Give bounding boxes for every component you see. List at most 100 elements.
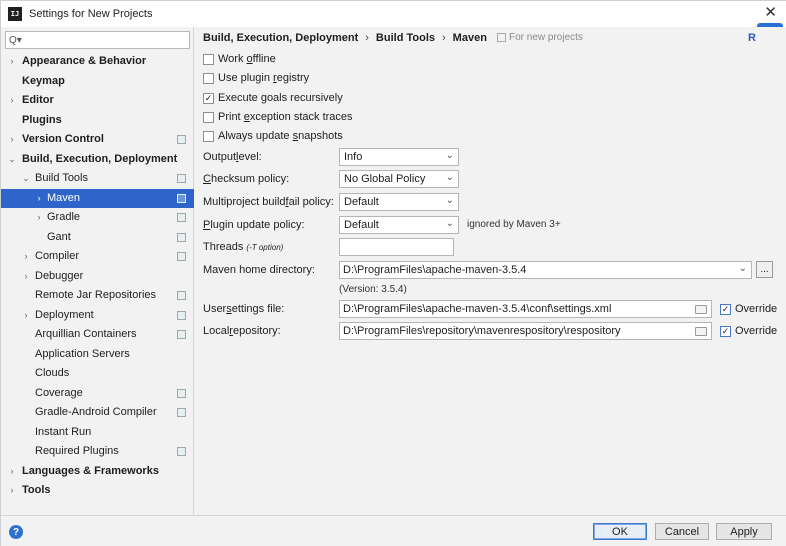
tree-item-keymap[interactable]: Keymap [1,72,194,92]
breadcrumb-item[interactable]: Build Tools [376,32,435,44]
tree-item-build-execution-deployment[interactable]: ⌄ Build, Execution, Deployment [1,150,194,170]
always-update-label: Always update snapshots [218,130,343,142]
tree-item-plugins[interactable]: Plugins [1,111,194,131]
plugin-update-policy-label: Plugin update policy: [203,219,305,231]
checkbox-box[interactable]: ✓ [720,325,731,337]
chevron-right-icon[interactable]: › [34,208,44,228]
settings-sidebar: Q▾ › Appearance & Behavior Keymap › Editor Pl… [1,27,194,515]
folder-icon[interactable] [695,327,707,336]
use-plugin-registry-checkbox[interactable]: Use plugin registry [203,70,309,86]
tree-item-gradle-android-compiler[interactable]: Gradle-Android Compiler [1,403,194,423]
tree-item-coverage[interactable]: Coverage [1,384,194,404]
user-settings-file-input[interactable]: D:\ProgramFiles\apache-maven-3.5.4\conf\… [339,300,712,318]
output-level-label: Output l evel: [203,151,262,163]
for-new-projects-label: For new projects [497,32,583,43]
checksum-policy-label: Checksum policy: [203,173,290,185]
help-icon[interactable]: ? [9,525,23,539]
ok-button[interactable]: OK [593,523,647,540]
work-offline-checkbox[interactable]: Work offline [203,51,276,67]
settings-window: IJ Settings for New Projects ✕ ☁ Q▾ ›App… [0,0,786,546]
tree-item-editor[interactable]: › Editor [1,91,194,111]
always-update-snapshots-checkbox[interactable]: Always update snapshots [203,128,343,144]
chevron-right-icon[interactable]: › [7,481,17,501]
tree-item-build-tools[interactable]: ⌄ Build Tools [1,169,194,189]
intellij-app-icon: IJ [8,7,22,21]
checksum-policy-value: No Global Policy [344,173,426,185]
for-new-projects-text: For new projects [509,32,583,43]
apply-button[interactable]: Apply [716,523,772,540]
project-settings-icon [177,213,186,222]
dialog-footer: ? OK Cancel Apply [1,515,786,546]
chevron-right-icon[interactable]: › [21,267,31,287]
tree-item-clouds[interactable]: Clouds [1,364,194,384]
tree-item-appearance-behavior[interactable]: › Appearance & Behavior [1,52,194,72]
tree-item-label: Application Servers [35,347,130,360]
tree-item-remote-jar-repositories[interactable]: Remote Jar Repositories [1,286,194,306]
project-settings-icon [177,310,186,320]
output-level-select[interactable]: Info ⌄ [339,148,459,166]
print-exception-label: Print exception stack traces [218,111,353,123]
cancel-button[interactable]: Cancel [655,523,709,540]
tree-item-application-servers[interactable]: Application Servers [1,345,194,365]
tree-item-debugger[interactable]: › Debugger [1,267,194,287]
local-repository-input[interactable]: D:\ProgramFiles\repository\mavenresposit… [339,322,712,340]
checkbox-box[interactable]: ✓ [720,303,731,315]
tree-item-arquillian-containers[interactable]: Arquillian Containers [1,325,194,345]
browse-maven-home-button[interactable]: ... [756,261,773,278]
tree-item-languages-frameworks[interactable]: › Languages & Frameworks [1,462,194,482]
print-exception-checkbox[interactable]: Print exception stack traces [203,109,353,125]
project-settings-icon [177,135,186,144]
chevron-right-icon[interactable]: › [7,91,17,111]
checksum-policy-select[interactable]: No Global Policy ⌄ [339,170,459,188]
chevron-right-icon[interactable]: › [7,130,17,150]
chevron-down-icon: ⌄ [445,195,454,206]
tree-item-label: Maven [47,191,81,204]
tree-item-required-plugins[interactable]: Required Plugins [1,442,194,462]
chevron-down-icon[interactable]: ⌄ [21,169,31,189]
tree-item-deployment[interactable]: › Deployment [1,306,194,326]
tree-item-compiler[interactable]: › Compiler [1,247,194,267]
checkbox-box[interactable] [203,130,214,142]
chevron-right-icon[interactable]: › [7,462,17,482]
tree-item-version-control[interactable]: › Version Control [1,130,194,150]
project-settings-icon [177,388,186,398]
chevron-right-icon[interactable]: › [21,306,31,326]
maven-home-directory-label: Maven home directory: [203,264,315,276]
chevron-down-icon[interactable]: ⌄ [7,150,17,170]
maven-home-value: D:\ProgramFiles\apache-maven-3.5.4 [343,264,527,276]
threads-input[interactable] [339,238,454,256]
tree-item-label: Keymap [22,74,65,87]
tree-item-gradle[interactable]: › Gradle [1,208,194,228]
plugin-update-policy-select[interactable]: Default ⌄ [339,216,459,234]
execute-goals-recursively-checkbox[interactable]: ✓ Execute goals recursively [203,90,343,106]
checkbox-box[interactable] [203,111,214,123]
tree-item-instant-run[interactable]: Instant Run [1,423,194,443]
checkbox-box[interactable]: ✓ [203,92,214,104]
tree-item-maven[interactable]: › Maven [1,188,194,209]
chevron-right-icon[interactable]: › [21,247,31,267]
breadcrumb-separator: › [365,32,369,44]
project-settings-icon [177,193,186,203]
breadcrumb-item[interactable]: Build, Execution, Deployment [203,32,358,44]
tree-item-label: Gradle-Android Compiler [35,406,157,418]
multiproject-fail-policy-select[interactable]: Default ⌄ [339,193,459,211]
settings-search-input[interactable]: Q▾ [5,31,190,49]
tree-item-label: Compiler [35,250,80,262]
reset-link[interactable]: R [748,32,756,44]
chevron-right-icon[interactable]: › [7,52,17,72]
multiproject-value: Default [344,196,379,208]
project-settings-icon [177,447,186,456]
checkbox-box[interactable] [203,53,214,65]
checkbox-box[interactable] [203,72,214,84]
close-icon[interactable]: ✕ [764,5,777,21]
tree-item-gant[interactable]: Gant [1,228,194,248]
folder-icon[interactable] [695,305,707,314]
user-settings-override-checkbox[interactable]: ✓ Override [720,301,777,317]
user-settings-file-label: User s ettings file: [203,303,285,315]
project-settings-icon [177,291,186,300]
local-repository-label: Local r epository: [203,325,281,337]
tree-item-tools[interactable]: › Tools [1,481,194,501]
maven-home-directory-select[interactable]: D:\ProgramFiles\apache-maven-3.5.4 ⌄ [339,261,752,279]
chevron-right-icon[interactable]: › [34,189,44,209]
local-repository-override-checkbox[interactable]: ✓ Override [720,323,777,339]
